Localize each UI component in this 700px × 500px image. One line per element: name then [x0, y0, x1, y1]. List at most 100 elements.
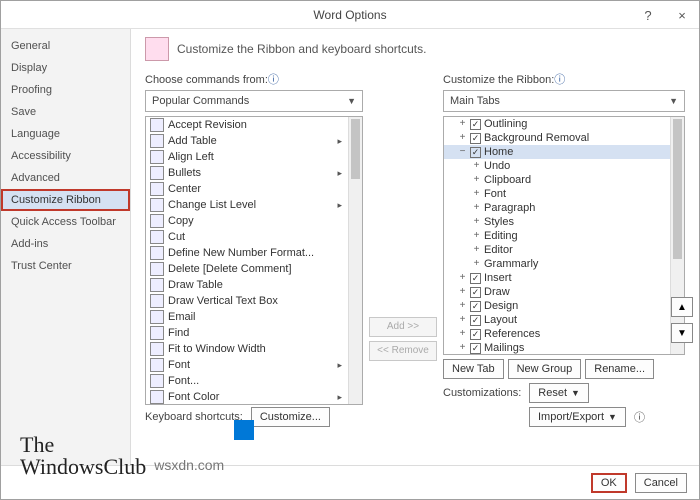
expand-icon[interactable]: + — [472, 201, 481, 215]
command-item[interactable]: Accept Revision — [146, 117, 348, 133]
sidebar-item-quick-access-toolbar[interactable]: Quick Access Toolbar — [1, 211, 130, 233]
command-item[interactable]: Cut — [146, 229, 348, 245]
command-item[interactable]: Font... — [146, 373, 348, 389]
checkbox[interactable]: ✓ — [470, 273, 481, 284]
command-item[interactable]: Add Table▸ — [146, 133, 348, 149]
expand-icon[interactable]: + — [458, 131, 467, 145]
expand-icon[interactable]: + — [458, 299, 467, 313]
sidebar-item-accessibility[interactable]: Accessibility — [1, 145, 130, 167]
sidebar-item-add-ins[interactable]: Add-ins — [1, 233, 130, 255]
customizations-label: Customizations: — [443, 387, 521, 399]
tree-item-undo[interactable]: +Undo — [444, 159, 670, 173]
checkbox[interactable]: ✓ — [470, 329, 481, 340]
checkbox[interactable]: ✓ — [470, 147, 481, 158]
tree-item-grammarly[interactable]: +Grammarly — [444, 257, 670, 271]
command-item[interactable]: Fit to Window Width — [146, 341, 348, 357]
expand-icon[interactable]: + — [472, 229, 481, 243]
sidebar-item-language[interactable]: Language — [1, 123, 130, 145]
tree-item-outlining[interactable]: +✓Outlining — [444, 117, 670, 131]
command-icon — [150, 214, 164, 228]
info-icon[interactable]: ⓘ — [634, 409, 645, 425]
sidebar-item-proofing[interactable]: Proofing — [1, 79, 130, 101]
tree-item-draw[interactable]: +✓Draw — [444, 285, 670, 299]
command-item[interactable]: Change List Level▸ — [146, 197, 348, 213]
submenu-arrow-icon: ▸ — [337, 358, 344, 372]
remove-button[interactable]: << Remove — [369, 341, 437, 361]
checkbox[interactable]: ✓ — [470, 287, 481, 298]
commands-listbox[interactable]: Accept RevisionAdd Table▸Align LeftBulle… — [145, 116, 363, 405]
command-item[interactable]: Email — [146, 309, 348, 325]
checkbox[interactable]: ✓ — [470, 133, 481, 144]
command-item[interactable]: Define New Number Format... — [146, 245, 348, 261]
expand-icon[interactable]: + — [472, 243, 481, 257]
reset-button[interactable]: Reset▼ — [529, 383, 589, 403]
expand-icon[interactable]: + — [458, 313, 467, 327]
customize-ribbon-combo[interactable]: Main Tabs▼ — [443, 90, 685, 112]
new-group-button[interactable]: New Group — [508, 359, 582, 379]
tree-item-editing[interactable]: +Editing — [444, 229, 670, 243]
tree-item-mailings[interactable]: +✓Mailings — [444, 341, 670, 354]
sidebar-item-save[interactable]: Save — [1, 101, 130, 123]
expand-icon[interactable]: + — [472, 257, 481, 271]
sidebar-item-display[interactable]: Display — [1, 57, 130, 79]
ribbon-tree[interactable]: +✓Outlining+✓Background Removal−✓Home+Un… — [443, 116, 685, 355]
expand-icon[interactable]: + — [458, 285, 467, 299]
tree-item-editor[interactable]: +Editor — [444, 243, 670, 257]
tree-item-paragraph[interactable]: +Paragraph — [444, 201, 670, 215]
expand-icon[interactable]: + — [472, 187, 481, 201]
sidebar-item-advanced[interactable]: Advanced — [1, 167, 130, 189]
expand-icon[interactable]: + — [458, 117, 467, 131]
scrollbar[interactable] — [348, 117, 362, 404]
sidebar-item-customize-ribbon[interactable]: Customize Ribbon — [1, 189, 130, 211]
move-up-button[interactable]: ▲ — [671, 297, 693, 317]
tree-item-styles[interactable]: +Styles — [444, 215, 670, 229]
expand-icon[interactable]: + — [472, 173, 481, 187]
tree-item-references[interactable]: +✓References — [444, 327, 670, 341]
tree-item-layout[interactable]: +✓Layout — [444, 313, 670, 327]
rename-button[interactable]: Rename... — [585, 359, 654, 379]
expand-icon[interactable]: − — [458, 145, 467, 159]
expand-icon[interactable]: + — [472, 215, 481, 229]
new-tab-button[interactable]: New Tab — [443, 359, 504, 379]
sidebar-item-trust-center[interactable]: Trust Center — [1, 255, 130, 277]
move-down-button[interactable]: ▼ — [671, 323, 693, 343]
sidebar: GeneralDisplayProofingSaveLanguageAccess… — [1, 29, 131, 465]
checkbox[interactable]: ✓ — [470, 343, 481, 354]
command-item[interactable]: Font Color▸ — [146, 389, 348, 404]
command-item[interactable]: Copy — [146, 213, 348, 229]
checkbox[interactable]: ✓ — [470, 301, 481, 312]
customize-keyboard-button[interactable]: Customize... — [251, 407, 330, 427]
tree-item-font[interactable]: +Font — [444, 187, 670, 201]
footer: OK Cancel — [1, 465, 699, 499]
info-icon[interactable]: ⓘ — [554, 74, 565, 86]
checkbox[interactable]: ✓ — [470, 315, 481, 326]
command-item[interactable]: Align Left — [146, 149, 348, 165]
expand-icon[interactable]: + — [472, 159, 481, 173]
expand-icon[interactable]: + — [458, 271, 467, 285]
cancel-button[interactable]: Cancel — [635, 473, 687, 493]
command-item[interactable]: Draw Vertical Text Box — [146, 293, 348, 309]
help-icon[interactable]: ? — [631, 1, 665, 29]
command-item[interactable]: Delete [Delete Comment] — [146, 261, 348, 277]
choose-commands-combo[interactable]: Popular Commands▼ — [145, 90, 363, 112]
checkbox[interactable]: ✓ — [470, 119, 481, 130]
info-icon[interactable]: ⓘ — [268, 74, 279, 86]
command-item[interactable]: Find — [146, 325, 348, 341]
close-icon[interactable]: × — [665, 1, 699, 29]
tree-item-home[interactable]: −✓Home — [444, 145, 670, 159]
add-button[interactable]: Add >> — [369, 317, 437, 337]
command-item[interactable]: Font▸ — [146, 357, 348, 373]
tree-item-insert[interactable]: +✓Insert — [444, 271, 670, 285]
expand-icon[interactable]: + — [458, 327, 467, 341]
expand-icon[interactable]: + — [458, 341, 467, 354]
sidebar-item-general[interactable]: General — [1, 35, 130, 57]
tree-item-clipboard[interactable]: +Clipboard — [444, 173, 670, 187]
tree-item-background-removal[interactable]: +✓Background Removal — [444, 131, 670, 145]
import-export-button[interactable]: Import/Export▼ — [529, 407, 626, 427]
tree-item-design[interactable]: +✓Design — [444, 299, 670, 313]
command-icon — [150, 134, 164, 148]
command-item[interactable]: Bullets▸ — [146, 165, 348, 181]
command-item[interactable]: Center — [146, 181, 348, 197]
command-item[interactable]: Draw Table — [146, 277, 348, 293]
ok-button[interactable]: OK — [591, 473, 627, 493]
